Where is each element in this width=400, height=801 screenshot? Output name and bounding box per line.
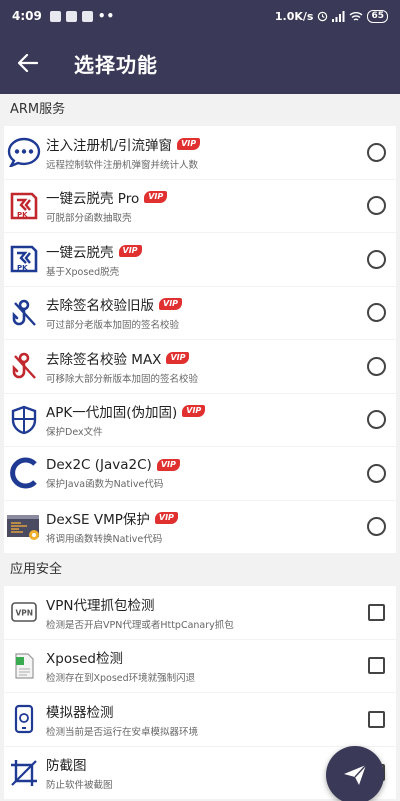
vip-badge: VIP — [118, 244, 142, 257]
shield-icon — [4, 400, 44, 440]
page-title: 选择功能 — [74, 52, 158, 77]
notification-icon — [49, 10, 61, 22]
status-dots: •• — [97, 9, 116, 23]
svg-text:PK: PK — [17, 211, 28, 219]
vip-badge: VIP — [166, 351, 190, 364]
pk-unpack-blue-icon: PK — [4, 239, 44, 279]
notification-icon — [65, 10, 77, 22]
item-title: DexSE VMP保护 — [46, 512, 150, 529]
feature-list[interactable]: ARM服务 注入注册机/引流弹窗 VIP 远程控制软件注册机弹窗并统计人数 PK … — [0, 94, 400, 801]
xposed-file-icon — [4, 646, 44, 686]
code-gear-icon — [4, 507, 44, 547]
item-title: Xposed检测 — [46, 651, 123, 668]
item-subtitle: 检测是否开启VPN代理或者HttpCanary抓包 — [46, 619, 234, 631]
list-item[interactable]: PK 一键云脱壳 Pro VIP 可脱部分函数抽取壳 — [4, 179, 396, 233]
item-subtitle: 可过部分老版本加固的签名校验 — [46, 320, 180, 332]
battery-indicator: 65 — [367, 9, 388, 23]
vip-badge: VIP — [156, 458, 180, 471]
status-time: 4:09 — [12, 9, 42, 23]
item-title: Dex2C (Java2C) — [46, 456, 152, 473]
section-header-app-security: 应用安全 — [10, 562, 63, 577]
item-radio[interactable] — [367, 249, 386, 269]
item-subtitle: 可脱部分函数抽取壳 — [46, 213, 132, 225]
wifi-icon — [350, 11, 363, 21]
vpn-icon: VPN — [4, 592, 44, 632]
item-subtitle: 基于Xposed脱壳 — [46, 266, 120, 278]
list-item[interactable]: APK一代加固(伪加固) VIP 保护Dex文件 — [4, 393, 396, 447]
item-title: 去除签名校验 MAX — [46, 351, 162, 368]
item-title: 一键云脱壳 — [46, 244, 114, 261]
item-title: VPN代理抓包检测 — [46, 597, 155, 614]
item-subtitle: 保护Java函数为Native代码 — [46, 478, 164, 490]
list-item[interactable]: 去除签名校验旧版 VIP 可过部分老版本加固的签名校验 — [4, 286, 396, 340]
notification-icon — [81, 10, 93, 22]
item-title: 模拟器检测 — [46, 704, 114, 721]
vip-badge: VIP — [177, 137, 201, 150]
app-bar: 选择功能 — [0, 32, 400, 94]
item-subtitle: 远程控制软件注册机弹窗并统计人数 — [46, 159, 199, 171]
status-bar: 4:09 •• 1.0K/s 65 — [0, 0, 400, 32]
network-speed: 1.0K/s — [274, 9, 314, 23]
item-subtitle: 检测当前是否运行在安卓模拟器环境 — [46, 726, 199, 738]
item-checkbox[interactable] — [368, 657, 385, 675]
back-button[interactable] — [0, 32, 56, 94]
signal-icon — [332, 10, 345, 22]
list-item[interactable]: 注入注册机/引流弹窗 VIP 远程控制软件注册机弹窗并统计人数 — [4, 126, 396, 180]
list-item[interactable]: DexSE VMP保护 VIP 将调用函数转换Native代码 — [4, 500, 396, 554]
list-item[interactable]: Dex2C (Java2C) VIP 保护Java函数为Native代码 — [4, 447, 396, 501]
list-item[interactable]: 去除签名校验 MAX VIP 可移除大部分新版本加固的签名校验 — [4, 340, 396, 394]
section-header-arm: ARM服务 — [10, 102, 66, 117]
signature-hook-blue-icon — [4, 293, 44, 333]
item-radio[interactable] — [367, 356, 386, 376]
item-radio[interactable] — [367, 142, 386, 162]
send-icon — [344, 764, 367, 785]
arrow-left-icon — [18, 54, 38, 72]
crop-icon — [4, 753, 44, 793]
list-item[interactable]: VPN VPN代理抓包检测 检测是否开启VPN代理或者HttpCanary抓包 — [4, 586, 396, 640]
item-checkbox[interactable] — [368, 710, 385, 728]
item-subtitle: 将调用函数转换Native代码 — [46, 534, 163, 546]
list-item[interactable]: Xposed检测 检测存在到Xposed环境就强制闪退 — [4, 639, 396, 693]
vip-badge: VIP — [154, 512, 178, 525]
vip-badge: VIP — [182, 405, 206, 418]
item-title: 防截图 — [46, 758, 87, 775]
pk-unpack-red-icon: PK — [4, 186, 44, 226]
phone-icon — [4, 699, 44, 739]
list-item[interactable]: 模拟器检测 检测当前是否运行在安卓模拟器环境 — [4, 693, 396, 747]
list-item[interactable]: PK 一键云脱壳 VIP 基于Xposed脱壳 — [4, 233, 396, 287]
vip-badge: VIP — [159, 298, 183, 311]
vip-badge: VIP — [144, 191, 168, 204]
item-title: 一键云脱壳 Pro — [46, 191, 140, 208]
item-subtitle: 可移除大部分新版本加固的签名校验 — [46, 373, 199, 385]
item-checkbox[interactable] — [368, 603, 385, 621]
status-right: 1.0K/s 65 — [274, 9, 388, 23]
svg-text:VPN: VPN — [16, 609, 34, 618]
signature-hook-red-icon — [4, 346, 44, 386]
item-title: 去除签名校验旧版 — [46, 298, 154, 315]
item-title: APK一代加固(伪加固) — [46, 405, 178, 422]
alarm-icon — [318, 11, 328, 21]
chat-dots-icon — [4, 132, 44, 172]
svg-text:PK: PK — [17, 264, 28, 272]
item-radio[interactable] — [367, 463, 386, 483]
send-fab-button[interactable] — [326, 746, 384, 801]
item-title: 注入注册机/引流弹窗 — [46, 137, 173, 154]
c-letter-icon — [4, 453, 44, 493]
item-subtitle: 检测存在到Xposed环境就强制闪退 — [46, 673, 196, 685]
item-subtitle: 保护Dex文件 — [46, 427, 103, 439]
